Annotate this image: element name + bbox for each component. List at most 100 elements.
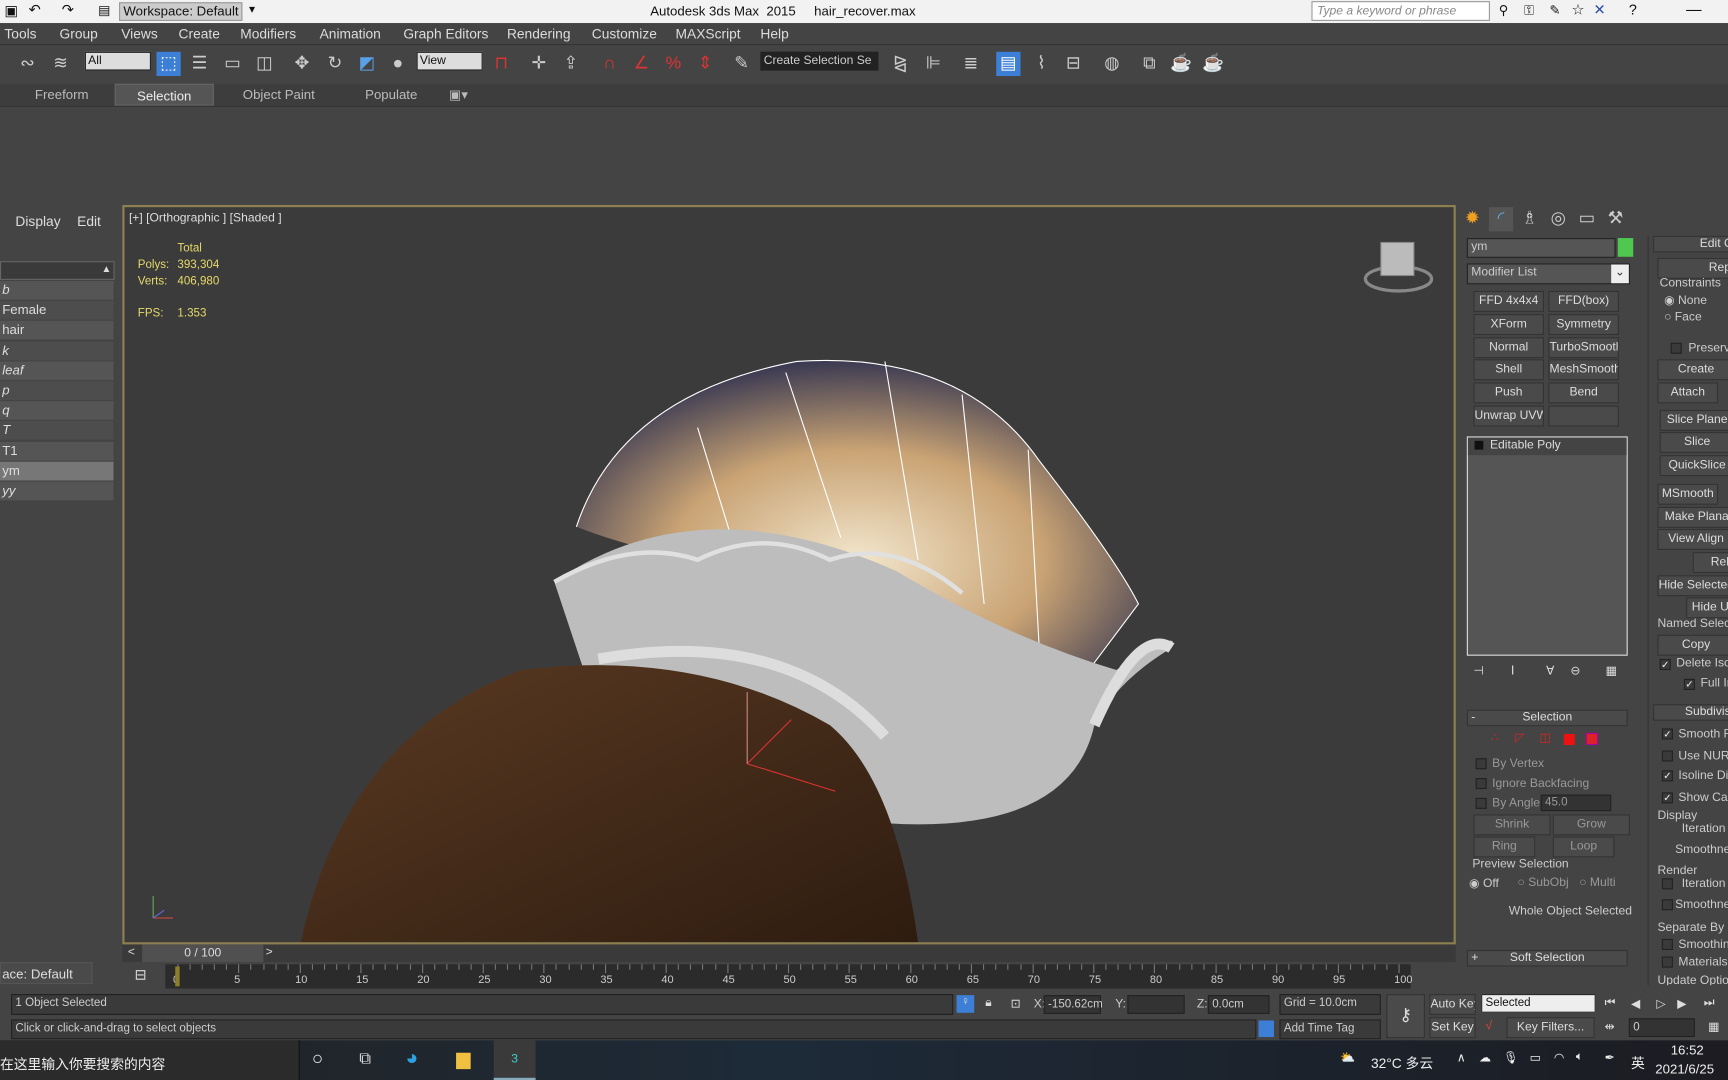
modifier-button[interactable]: Push xyxy=(1473,382,1544,404)
menu-animation[interactable]: Animation xyxy=(320,26,381,41)
next-frame-button-icon[interactable]: ▶ xyxy=(1677,996,1686,1010)
time-slider-thumb[interactable]: 0 / 100 xyxy=(142,944,264,963)
angle-spinner[interactable]: 45.0 xyxy=(1540,794,1612,812)
display-tab-icon[interactable]: ▭ xyxy=(1575,207,1599,231)
modifier-button[interactable]: FFD 4x4x4 xyxy=(1473,290,1544,312)
explorer-menu-edit[interactable]: Edit xyxy=(77,214,101,229)
y-coordinate-field[interactable] xyxy=(1127,995,1185,1014)
mini-curve-editor-icon[interactable]: ⊟ xyxy=(134,966,146,984)
weather-text[interactable]: 32°C 多云 xyxy=(1371,1051,1433,1072)
explorer-item[interactable]: yy xyxy=(0,481,114,501)
menu-tools[interactable]: Tools xyxy=(4,26,36,41)
minimize-icon[interactable]: — xyxy=(1686,0,1701,18)
stack-item-editable-poly[interactable]: Editable Poly xyxy=(1467,437,1627,456)
set-key-icon[interactable]: ⚷ xyxy=(1386,994,1425,1039)
rectangle-selection-icon[interactable]: ▭ xyxy=(220,52,244,76)
render-setup-icon[interactable]: ⧉ xyxy=(1137,52,1161,76)
slice-button[interactable]: Slice xyxy=(1659,431,1728,453)
play-icon[interactable]: ▷ xyxy=(1656,996,1665,1010)
edit-named-selection-icon[interactable]: ✎ xyxy=(730,52,754,76)
task-view-icon[interactable]: ⧉ xyxy=(359,1049,371,1068)
explorer-item[interactable]: b xyxy=(0,281,114,300)
time-tag-icon[interactable] xyxy=(1258,1020,1274,1038)
link-icon[interactable]: ∾ xyxy=(15,52,39,76)
select-object-icon[interactable]: ⬚ xyxy=(156,51,181,77)
key-mode-dropdown[interactable]: Selected xyxy=(1481,994,1596,1013)
menu-graph-editors[interactable]: Graph Editors xyxy=(403,26,488,41)
undo-icon[interactable]: ↶ xyxy=(29,1,41,19)
clock-time[interactable]: 16:52 xyxy=(1671,1043,1704,1058)
shrink-button[interactable]: Shrink xyxy=(1473,814,1551,836)
time-slider[interactable]: < 0 / 100 > xyxy=(122,944,1456,963)
render-production-icon[interactable]: ☕ xyxy=(1201,52,1225,76)
explorer-menu-display[interactable]: Display xyxy=(15,214,60,229)
ribbon-options-icon[interactable]: ▣▾ xyxy=(445,84,471,106)
isolate-selection-icon[interactable]: ♀ xyxy=(956,995,975,1013)
reference-coordinate-dropdown[interactable]: View xyxy=(416,51,483,71)
preview-subobj-radio[interactable]: ○ SubObj xyxy=(1518,876,1569,889)
explorer-item[interactable]: k xyxy=(0,341,114,360)
create-tab-icon[interactable]: ✹ xyxy=(1460,207,1484,231)
volume-icon[interactable]: 🔈︎ xyxy=(1576,1050,1583,1064)
expand-icon[interactable] xyxy=(1474,440,1484,450)
workspace-dropdown[interactable]: Workspace: Default xyxy=(119,2,243,21)
named-selection-dropdown[interactable]: Create Selection Se xyxy=(760,51,879,71)
auto-key-button[interactable]: Auto Key xyxy=(1429,994,1476,1015)
menu-views[interactable]: Views xyxy=(121,26,158,41)
default-in-out-tangent-icon[interactable]: √ xyxy=(1486,1019,1493,1032)
border-mode-icon[interactable]: ◫ xyxy=(1540,731,1551,745)
attach-button[interactable]: Attach xyxy=(1657,382,1719,404)
viewport-orthographic[interactable]: [+] [Orthographic ] [Shaded ] Total Poly… xyxy=(122,204,1456,945)
input-method-indicator[interactable]: 英 xyxy=(1631,1051,1645,1072)
go-to-start-icon[interactable]: ⏮ xyxy=(1605,996,1616,1010)
render-smoothness-checkbox[interactable] xyxy=(1661,899,1673,911)
absolute-mode-icon[interactable]: ⊡ xyxy=(1011,996,1021,1010)
render-iterations-checkbox[interactable] xyxy=(1661,878,1673,890)
taskbar-search-box[interactable]: 在这里输入你要搜索的内容 xyxy=(0,1040,300,1080)
explorer-item[interactable]: p xyxy=(0,381,114,401)
view-align-button[interactable]: View Align xyxy=(1657,528,1728,550)
3dsmax-taskbar-icon[interactable]: 3 xyxy=(493,1040,536,1080)
help-icon[interactable]: ? xyxy=(1629,1,1637,18)
keyboard-shortcut-icon[interactable]: ⇪ xyxy=(559,52,583,76)
menu-customize[interactable]: Customize xyxy=(592,26,657,41)
exchange-icon[interactable]: ✎ xyxy=(1549,2,1560,17)
show-cage-checkbox[interactable]: ✓ xyxy=(1661,792,1673,804)
grow-button[interactable]: Grow xyxy=(1552,814,1630,836)
time-configuration-icon[interactable]: ▦ xyxy=(1708,1019,1719,1033)
explorer-item[interactable]: T1 xyxy=(0,441,114,461)
edge-browser-icon[interactable]: ◕ xyxy=(406,1047,419,1071)
project-folder-icon[interactable]: ▤ xyxy=(98,2,111,17)
menu-maxscript[interactable]: MAXScript xyxy=(676,26,741,41)
tab-freeform[interactable]: Freeform xyxy=(18,84,106,106)
onedrive-icon[interactable]: ☁ xyxy=(1479,1050,1491,1064)
hide-selected-button[interactable]: Hide Selected xyxy=(1657,575,1728,597)
place-icon[interactable]: ● xyxy=(386,52,410,76)
menu-modifiers[interactable]: Modifiers xyxy=(240,26,296,41)
viewcube-icon[interactable] xyxy=(1363,241,1434,293)
pen-icon[interactable]: ✒ xyxy=(1605,1050,1615,1064)
scale-icon[interactable]: ◩ xyxy=(355,52,379,76)
edge-mode-icon[interactable]: ◸ xyxy=(1515,731,1524,745)
modifier-list-dropdown[interactable]: Modifier List ⌄ xyxy=(1466,263,1630,285)
make-planar-button[interactable]: Make Planar xyxy=(1657,506,1728,528)
modifier-button[interactable]: MeshSmooth xyxy=(1548,359,1619,381)
modifier-button[interactable]: Symmetry xyxy=(1548,313,1619,335)
rendered-frame-icon[interactable]: ☕ xyxy=(1169,52,1193,76)
relax-button[interactable]: Rela xyxy=(1692,552,1728,574)
prev-frame-icon[interactable]: < xyxy=(128,946,135,959)
explorer-item[interactable]: T xyxy=(0,421,114,441)
menu-rendering[interactable]: Rendering xyxy=(507,26,571,41)
preview-multi-radio[interactable]: ○ Multi xyxy=(1579,876,1615,889)
microphone-icon[interactable]: 🎙︎ xyxy=(1503,1050,1518,1064)
curve-editor-icon[interactable]: ⌇ xyxy=(1029,52,1053,76)
explorer-item[interactable]: leaf xyxy=(0,361,114,380)
modifier-button[interactable]: FFD(box) xyxy=(1548,290,1619,312)
search-input[interactable]: Type a keyword or phrase xyxy=(1311,1,1490,21)
object-color-swatch[interactable] xyxy=(1617,238,1634,257)
key-icon[interactable]: ⚿ xyxy=(1524,2,1534,19)
z-coordinate-field[interactable]: 0.0cm xyxy=(1207,995,1270,1014)
explorer-item[interactable]: hair xyxy=(0,321,114,340)
wifi-icon[interactable]: ◠ xyxy=(1554,1050,1565,1064)
cortana-icon[interactable]: ○ xyxy=(312,1048,323,1070)
